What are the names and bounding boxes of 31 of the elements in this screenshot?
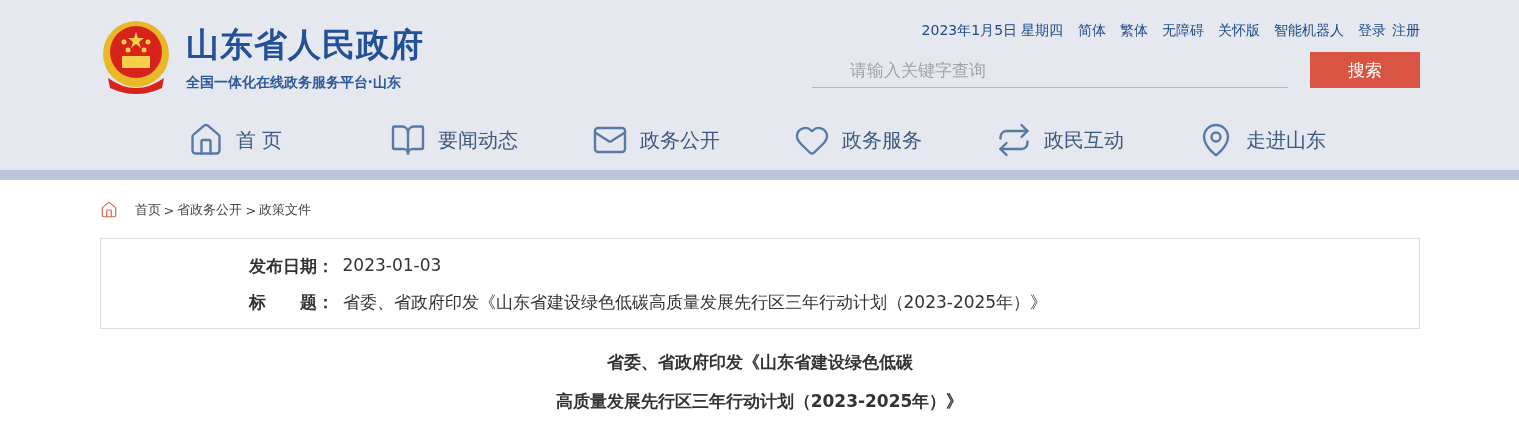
- info-value: 省委、省政府印发《山东省建设绿色低碳高质量发展先行区三年行动计划（2023-2025年）》: [342, 291, 1048, 314]
- nav-item[interactable]: 首 页: [187, 122, 390, 158]
- site-name: 山东省人民政府: [185, 23, 424, 66]
- breadcrumb-separator: >: [245, 202, 257, 218]
- breadcrumb-link[interactable]: 省政务公开: [177, 201, 243, 219]
- breadcrumb-separator: >: [163, 202, 175, 218]
- search-field[interactable]: 请输入关键字查询: [811, 53, 1288, 88]
- top-link[interactable]: 登录: [1357, 22, 1386, 40]
- breadcrumb-link[interactable]: 政策文件: [259, 201, 312, 219]
- info-label: 标 题：: [248, 291, 335, 314]
- top-link[interactable]: 注册: [1391, 22, 1420, 40]
- nav-item[interactable]: 政民互动: [995, 122, 1198, 158]
- top-link[interactable]: 无障碍: [1161, 22, 1204, 40]
- search-button[interactable]: 搜索: [1309, 52, 1420, 88]
- article-title-line: 省委、省政府印发《山东省建设绿色低碳: [606, 351, 913, 374]
- top-link[interactable]: 简体: [1077, 22, 1106, 40]
- nav-item[interactable]: 政务公开: [591, 122, 794, 158]
- current-date: 2023年1月5日 星期四: [921, 22, 1064, 40]
- site-subtitle: 全国一体化在线政务服务平台·山东: [185, 73, 402, 92]
- top-link[interactable]: 智能机器人: [1273, 22, 1344, 40]
- nav-item[interactable]: 政务服务: [793, 122, 996, 158]
- nav-item[interactable]: 走进山东: [1197, 122, 1400, 158]
- info-value: 2023-01-03: [342, 255, 442, 277]
- nav-item[interactable]: 要闻动态: [389, 122, 592, 158]
- book-icon: [389, 122, 426, 158]
- top-link[interactable]: 繁体: [1119, 22, 1148, 40]
- top-link[interactable]: 关怀版: [1217, 22, 1260, 40]
- home-icon: [99, 201, 118, 219]
- info-label: 发布日期：: [248, 255, 335, 278]
- article-title-line: 高质量发展先行区三年行动计划（2023-2025年）》: [555, 390, 964, 413]
- breadcrumb-link[interactable]: 首页: [134, 201, 161, 219]
